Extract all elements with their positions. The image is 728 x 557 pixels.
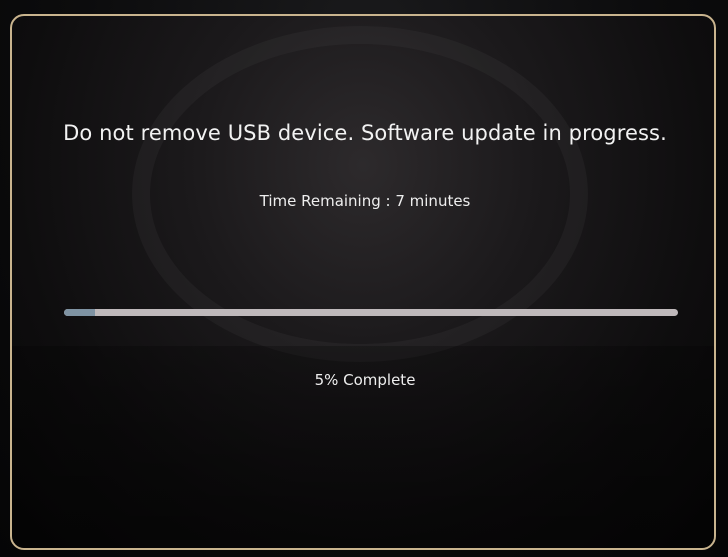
- update-progress-bar: [64, 309, 678, 316]
- display-bezel: Do not remove USB device. Software updat…: [0, 0, 728, 557]
- time-remaining-label: Time Remaining : 7 minutes: [259, 192, 471, 210]
- update-screen: Do not remove USB device. Software updat…: [10, 14, 716, 550]
- update-warning-message: Do not remove USB device. Software updat…: [63, 121, 667, 145]
- progress-percent-label: 5% Complete: [314, 371, 416, 389]
- update-progress-fill: [64, 309, 95, 316]
